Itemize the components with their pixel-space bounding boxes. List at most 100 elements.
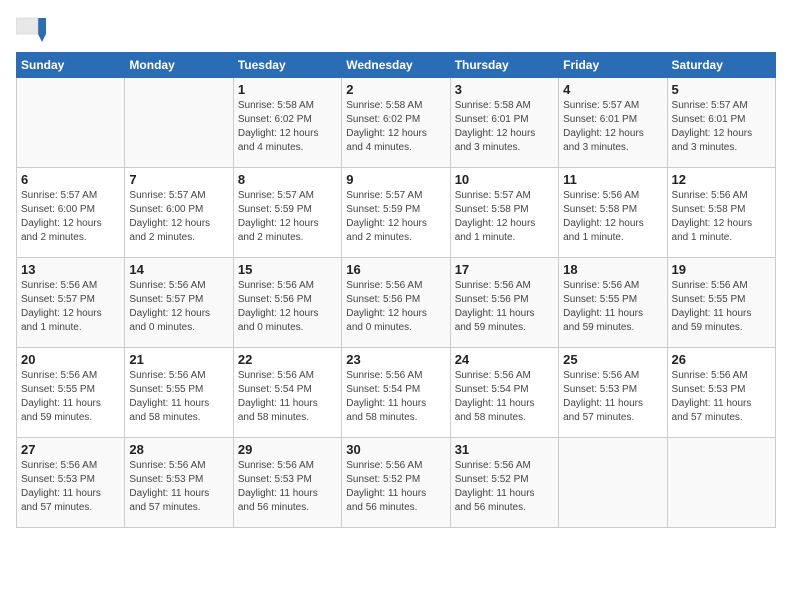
calendar-cell: 13 Sunrise: 5:56 AM Sunset: 5:57 PM Dayli… [17,258,125,348]
day-info: Sunrise: 5:56 AM Sunset: 5:56 PM Dayligh… [238,279,337,335]
day-header-tuesday: Tuesday [233,53,341,78]
day-info: Sunrise: 5:56 AM Sunset: 5:54 PM Dayligh… [455,369,554,425]
day-number: 23 [346,352,445,367]
day-info: Sunrise: 5:56 AM Sunset: 5:55 PM Dayligh… [129,369,228,425]
day-info: Sunrise: 5:58 AM Sunset: 6:01 PM Dayligh… [455,99,554,155]
day-info: Sunrise: 5:57 AM Sunset: 5:59 PM Dayligh… [346,189,445,245]
day-info: Sunrise: 5:57 AM Sunset: 6:01 PM Dayligh… [563,99,662,155]
day-number: 20 [21,352,120,367]
day-info: Sunrise: 5:56 AM Sunset: 5:54 PM Dayligh… [238,369,337,425]
day-number: 13 [21,262,120,277]
day-info: Sunrise: 5:56 AM Sunset: 5:53 PM Dayligh… [21,459,120,515]
calendar-cell: 23 Sunrise: 5:56 AM Sunset: 5:54 PM Dayli… [342,348,450,438]
day-info: Sunrise: 5:56 AM Sunset: 5:58 PM Dayligh… [672,189,771,245]
calendar-cell: 26 Sunrise: 5:56 AM Sunset: 5:53 PM Dayli… [667,348,775,438]
calendar-cell: 1 Sunrise: 5:58 AM Sunset: 6:02 PM Daylig… [233,78,341,168]
calendar-cell: 29 Sunrise: 5:56 AM Sunset: 5:53 PM Dayli… [233,438,341,528]
day-header-wednesday: Wednesday [342,53,450,78]
day-info: Sunrise: 5:57 AM Sunset: 5:58 PM Dayligh… [455,189,554,245]
day-number: 2 [346,82,445,97]
day-info: Sunrise: 5:56 AM Sunset: 5:55 PM Dayligh… [21,369,120,425]
calendar-cell: 24 Sunrise: 5:56 AM Sunset: 5:54 PM Dayli… [450,348,558,438]
day-number: 24 [455,352,554,367]
calendar-week-4: 20 Sunrise: 5:56 AM Sunset: 5:55 PM Dayli… [17,348,776,438]
day-info: Sunrise: 5:56 AM Sunset: 5:53 PM Dayligh… [672,369,771,425]
calendar-cell: 8 Sunrise: 5:57 AM Sunset: 5:59 PM Daylig… [233,168,341,258]
calendar-cell: 20 Sunrise: 5:56 AM Sunset: 5:55 PM Dayli… [17,348,125,438]
calendar-cell: 30Sunrise: 5:56 AM Sunset: 5:52 PM Dayli… [342,438,450,528]
day-number: 4 [563,82,662,97]
day-header-thursday: Thursday [450,53,558,78]
calendar-header-row: SundayMondayTuesdayWednesdayThursdayFrid… [17,53,776,78]
day-number: 29 [238,442,337,457]
calendar-cell: 12 Sunrise: 5:56 AM Sunset: 5:58 PM Dayli… [667,168,775,258]
day-info: Sunrise: 5:56 AM Sunset: 5:54 PM Dayligh… [346,369,445,425]
calendar-cell: 28Sunrise: 5:56 AM Sunset: 5:53 PM Dayli… [125,438,233,528]
day-info: Sunrise: 5:57 AM Sunset: 6:00 PM Dayligh… [21,189,120,245]
calendar-cell: 9 Sunrise: 5:57 AM Sunset: 5:59 PM Daylig… [342,168,450,258]
calendar-cell [125,78,233,168]
calendar-cell: 7Sunrise: 5:57 AM Sunset: 6:00 PM Daylig… [125,168,233,258]
calendar-week-5: 27 Sunrise: 5:56 AM Sunset: 5:53 PM Dayli… [17,438,776,528]
day-number: 9 [346,172,445,187]
day-number: 12 [672,172,771,187]
day-header-friday: Friday [559,53,667,78]
calendar-week-2: 6 Sunrise: 5:57 AM Sunset: 6:00 PM Daylig… [17,168,776,258]
day-info: Sunrise: 5:57 AM Sunset: 6:01 PM Dayligh… [672,99,771,155]
calendar-cell: 15Sunrise: 5:56 AM Sunset: 5:56 PM Dayli… [233,258,341,348]
calendar-week-1: 1 Sunrise: 5:58 AM Sunset: 6:02 PM Daylig… [17,78,776,168]
logo-icon [16,16,46,42]
day-number: 25 [563,352,662,367]
calendar-cell [667,438,775,528]
day-info: Sunrise: 5:56 AM Sunset: 5:52 PM Dayligh… [455,459,554,515]
calendar-table: SundayMondayTuesdayWednesdayThursdayFrid… [16,52,776,528]
day-number: 3 [455,82,554,97]
day-number: 31 [455,442,554,457]
calendar-cell: 5 Sunrise: 5:57 AM Sunset: 6:01 PM Daylig… [667,78,775,168]
calendar-cell: 31 Sunrise: 5:56 AM Sunset: 5:52 PM Dayli… [450,438,558,528]
day-info: Sunrise: 5:56 AM Sunset: 5:52 PM Dayligh… [346,459,445,515]
day-number: 1 [238,82,337,97]
day-info: Sunrise: 5:56 AM Sunset: 5:57 PM Dayligh… [21,279,120,335]
day-info: Sunrise: 5:56 AM Sunset: 5:57 PM Dayligh… [129,279,228,335]
day-number: 27 [21,442,120,457]
day-info: Sunrise: 5:56 AM Sunset: 5:56 PM Dayligh… [346,279,445,335]
day-info: Sunrise: 5:57 AM Sunset: 6:00 PM Dayligh… [129,189,228,245]
calendar-cell: 22Sunrise: 5:56 AM Sunset: 5:54 PM Dayli… [233,348,341,438]
day-info: Sunrise: 5:56 AM Sunset: 5:55 PM Dayligh… [563,279,662,335]
calendar-cell: 19 Sunrise: 5:56 AM Sunset: 5:55 PM Dayli… [667,258,775,348]
day-number: 8 [238,172,337,187]
day-header-sunday: Sunday [17,53,125,78]
day-number: 6 [21,172,120,187]
calendar-cell: 10 Sunrise: 5:57 AM Sunset: 5:58 PM Dayli… [450,168,558,258]
day-number: 10 [455,172,554,187]
header [16,16,776,42]
calendar-cell [559,438,667,528]
calendar-cell: 11 Sunrise: 5:56 AM Sunset: 5:58 PM Dayli… [559,168,667,258]
day-info: Sunrise: 5:56 AM Sunset: 5:53 PM Dayligh… [238,459,337,515]
day-number: 5 [672,82,771,97]
calendar-cell [17,78,125,168]
calendar-cell: 21Sunrise: 5:56 AM Sunset: 5:55 PM Dayli… [125,348,233,438]
day-info: Sunrise: 5:56 AM Sunset: 5:55 PM Dayligh… [672,279,771,335]
day-number: 26 [672,352,771,367]
day-number: 19 [672,262,771,277]
day-info: Sunrise: 5:58 AM Sunset: 6:02 PM Dayligh… [346,99,445,155]
day-info: Sunrise: 5:58 AM Sunset: 6:02 PM Dayligh… [238,99,337,155]
calendar-cell: 27 Sunrise: 5:56 AM Sunset: 5:53 PM Dayli… [17,438,125,528]
day-number: 18 [563,262,662,277]
calendar-cell: 17Sunrise: 5:56 AM Sunset: 5:56 PM Dayli… [450,258,558,348]
day-info: Sunrise: 5:56 AM Sunset: 5:53 PM Dayligh… [129,459,228,515]
calendar-cell: 25 Sunrise: 5:56 AM Sunset: 5:53 PM Dayli… [559,348,667,438]
calendar-week-3: 13 Sunrise: 5:56 AM Sunset: 5:57 PM Dayli… [17,258,776,348]
day-number: 11 [563,172,662,187]
day-number: 16 [346,262,445,277]
calendar-cell: 6 Sunrise: 5:57 AM Sunset: 6:00 PM Daylig… [17,168,125,258]
day-info: Sunrise: 5:56 AM Sunset: 5:53 PM Dayligh… [563,369,662,425]
day-info: Sunrise: 5:56 AM Sunset: 5:58 PM Dayligh… [563,189,662,245]
day-info: Sunrise: 5:57 AM Sunset: 5:59 PM Dayligh… [238,189,337,245]
day-number: 14 [129,262,228,277]
calendar-cell: 2 Sunrise: 5:58 AM Sunset: 6:02 PM Daylig… [342,78,450,168]
calendar-cell: 18 Sunrise: 5:56 AM Sunset: 5:55 PM Dayli… [559,258,667,348]
calendar-cell: 14 Sunrise: 5:56 AM Sunset: 5:57 PM Dayli… [125,258,233,348]
